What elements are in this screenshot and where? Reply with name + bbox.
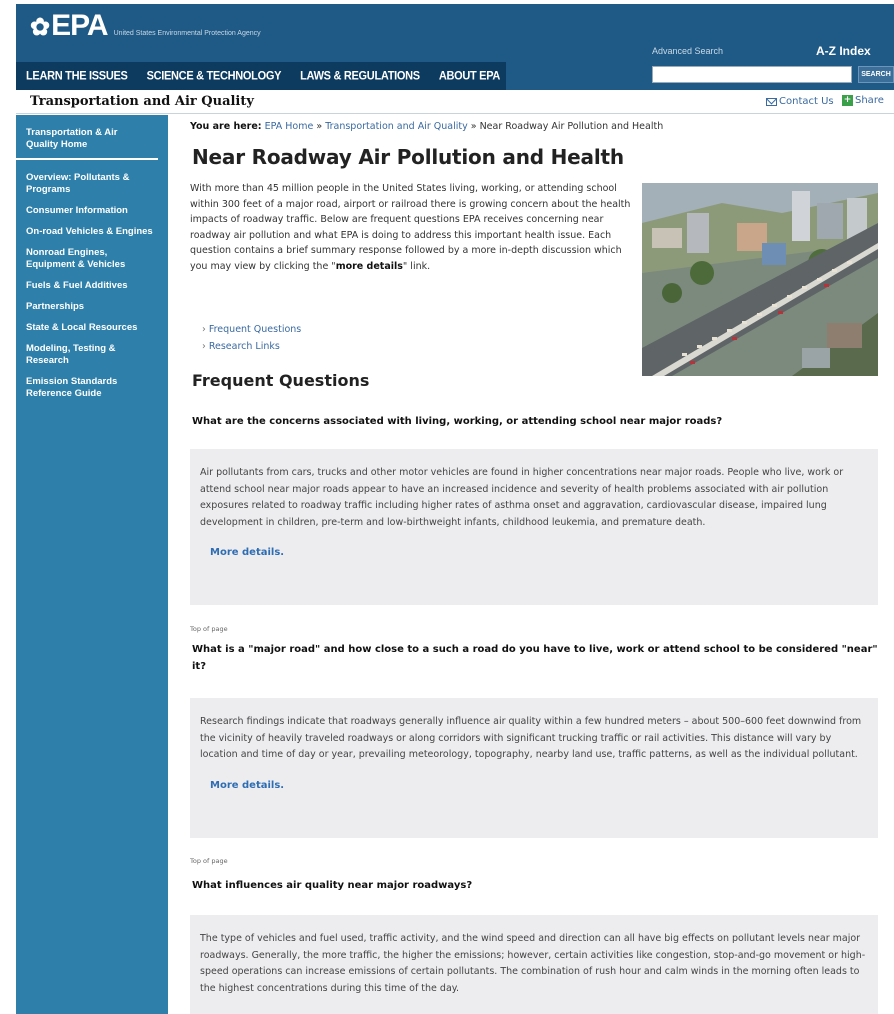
sidebar-item-fuels[interactable]: Fuels & Fuel Additives [16,276,168,297]
page-toc: Frequent Questions Research Links [202,321,301,355]
faq-answer-box: Research findings indicate that roadways… [190,698,878,838]
more-details-link[interactable]: More details. [210,545,868,562]
logo-text: EPA [51,9,108,42]
toc-research-links[interactable]: Research Links [202,338,301,355]
top-of-page-link[interactable]: Top of page [190,625,228,633]
sidebar: Transportation & Air Quality Home Overvi… [16,115,168,1014]
breadcrumb-label: You are here: [190,121,262,132]
search-button[interactable]: SEARCH [858,66,894,83]
aerial-traffic-photo [642,183,878,376]
toc-frequent-questions[interactable]: Frequent Questions [202,321,301,338]
breadcrumb-current: Near Roadway Air Pollution and Health [479,121,664,132]
contact-us-label: Contact Us [779,96,834,107]
advanced-search-link[interactable]: Advanced Search [652,46,723,56]
share-label: Share [855,95,884,106]
nav-about-epa[interactable]: ABOUT EPA [439,69,501,82]
sidebar-item-nonroad-engines[interactable]: Nonroad Engines, Equipment & Vehicles [16,243,168,276]
faq-question: What is a "major road" and how close to … [192,644,878,672]
sidebar-item-emission-standards[interactable]: Emission Standards Reference Guide [16,372,168,405]
site-title[interactable]: Transportation and Air Quality [30,94,254,109]
faq-answer-box: The type of vehicles and fuel used, traf… [190,915,878,1014]
faq-answer: Research findings indicate that roadways… [200,716,862,760]
share-link[interactable]: + Share [842,95,884,106]
breadcrumb-transportation[interactable]: Transportation and Air Quality [325,121,468,132]
faq-question: What are the concerns associated with li… [192,416,723,427]
faq-answer-box: Air pollutants from cars, trucks and oth… [190,449,878,605]
share-icon: + [842,95,853,106]
faq-answer: The type of vehicles and fuel used, traf… [200,933,866,994]
agency-name: United States Environmental Protection A… [113,29,261,37]
aerial-traffic-image [642,183,878,376]
sidebar-item-partnerships[interactable]: Partnerships [16,297,168,318]
breadcrumb: You are here: EPA Home » Transportation … [190,121,663,132]
sidebar-item-consumer-information[interactable]: Consumer Information [16,201,168,222]
contact-us-link[interactable]: Contact Us [766,96,834,107]
top-of-page-link[interactable]: Top of page [190,857,228,865]
epa-logo[interactable]: ✿EPA United States Environmental Protect… [30,9,261,43]
intro-text-end: " link. [402,260,431,272]
main-nav: LEARN THE ISSUES SCIENCE & TECHNOLOGY LA… [16,62,506,90]
sidebar-item-state-local[interactable]: State & Local Resources [16,318,168,339]
sidebar-item-modeling[interactable]: Modeling, Testing & Research [16,339,168,372]
sidebar-item-home[interactable]: Transportation & Air Quality Home [16,123,158,160]
page-title: Near Roadway Air Pollution and Health [192,145,624,169]
sidebar-item-on-road-vehicles[interactable]: On-road Vehicles & Engines [16,222,168,243]
intro-text: With more than 45 million people in the … [190,183,631,272]
intro-more-details: more details [335,260,403,272]
site-header: ✿EPA United States Environmental Protect… [16,4,894,90]
search-input[interactable] [652,66,852,83]
breadcrumb-separator: » [467,121,480,132]
title-bar: Transportation and Air Quality Contact U… [16,90,894,114]
nav-laws-regulations[interactable]: LAWS & REGULATIONS [300,69,420,82]
epa-flower-icon: ✿ [30,14,50,41]
frequent-questions-heading: Frequent Questions [192,371,370,390]
more-details-link[interactable]: More details. [210,778,868,795]
breadcrumb-epa-home[interactable]: EPA Home [265,121,314,132]
faq-question: What influences air quality near major r… [192,880,473,891]
intro-paragraph: With more than 45 million people in the … [190,181,636,274]
az-index-link[interactable]: A-Z Index [816,44,871,58]
nav-science-technology[interactable]: SCIENCE & TECHNOLOGY [147,69,282,82]
sidebar-item-overview[interactable]: Overview: Pollutants & Programs [16,168,168,201]
nav-learn-the-issues[interactable]: LEARN THE ISSUES [26,69,128,82]
faq-answer: Air pollutants from cars, trucks and oth… [200,467,844,528]
envelope-icon [766,97,777,106]
breadcrumb-separator: » [313,121,326,132]
